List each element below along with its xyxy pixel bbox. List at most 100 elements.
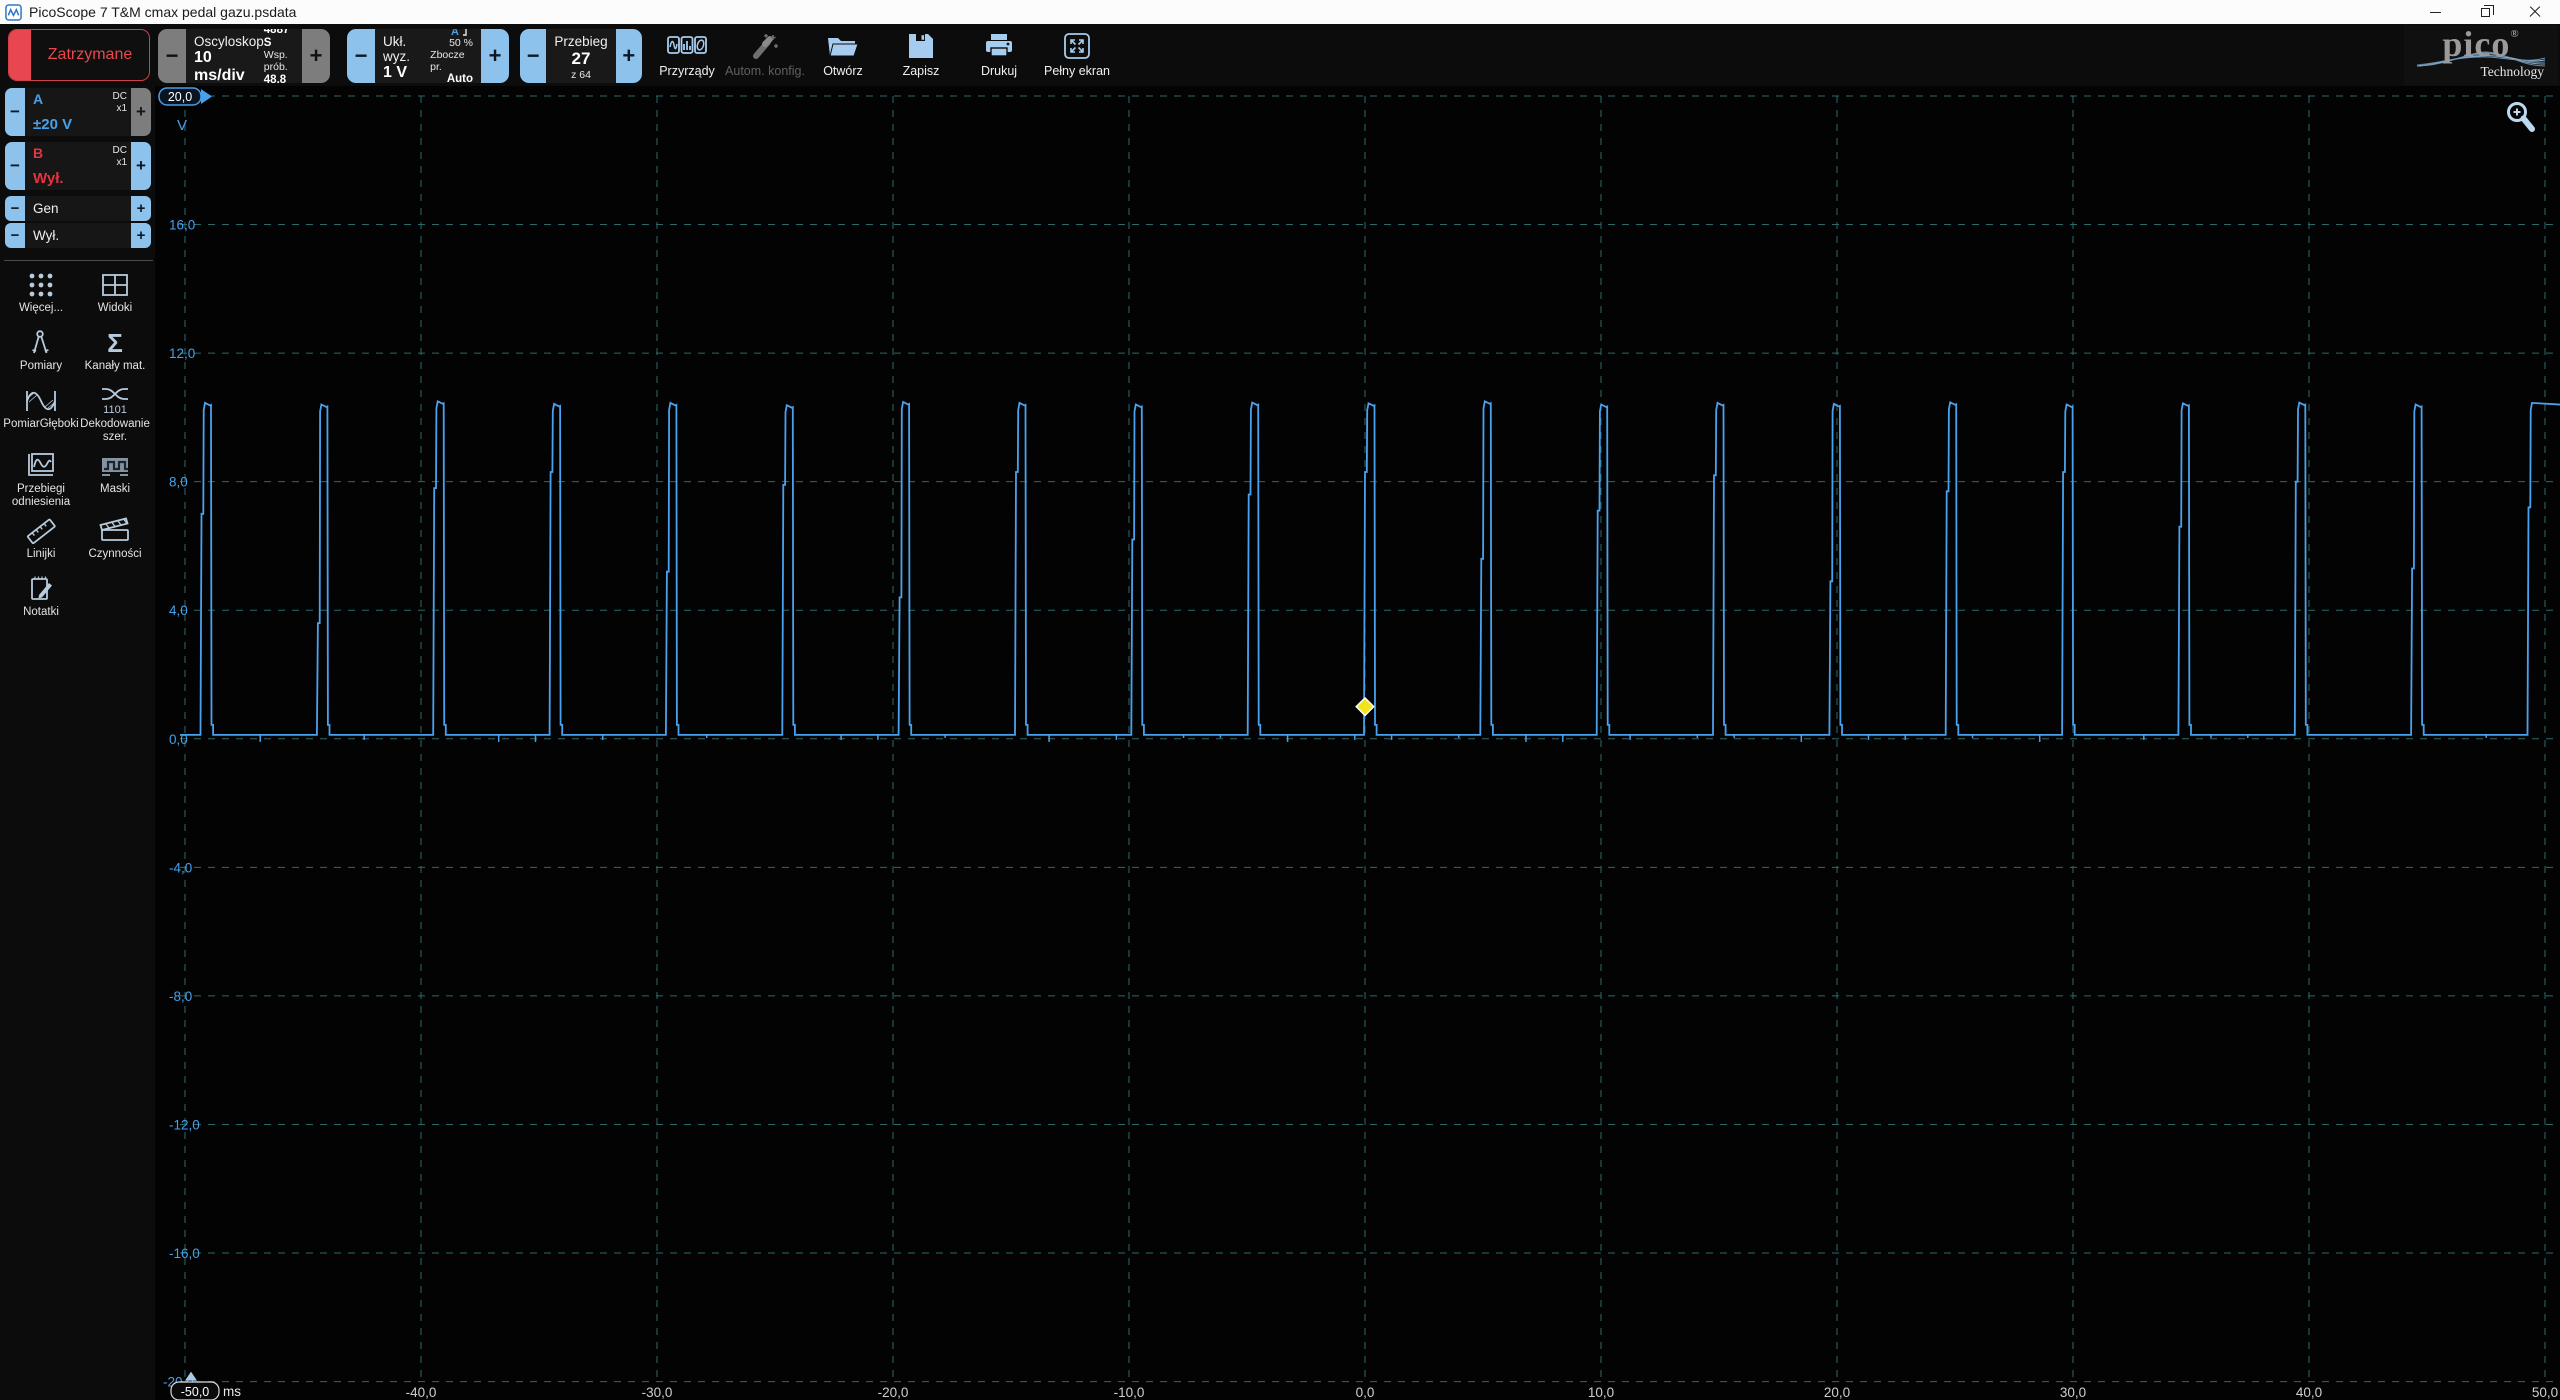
y-axis-unit: V xyxy=(177,117,187,134)
trigger-marker xyxy=(1356,698,1374,716)
x-axis-label: -20,0 xyxy=(878,1385,909,1400)
generator-row: − Gen + xyxy=(5,196,151,221)
channel-b-decrease-button[interactable]: − xyxy=(5,142,25,190)
sidebar-tool-actions[interactable]: Czynności xyxy=(78,515,152,567)
title-bar: PicoScope 7 T&M cmax pedal gazu.psdata xyxy=(0,0,2560,24)
x-axis-label: 10,0 xyxy=(1588,1385,1614,1400)
pico-logo-text: pico® xyxy=(2442,30,2519,59)
channel-a-panel[interactable]: −ADCx1±20 V+ xyxy=(5,88,151,136)
sidebar-tool-rulers[interactable]: Linijki xyxy=(4,515,78,567)
rulers-icon xyxy=(25,515,57,547)
sidebar-tool-measurements[interactable]: Pomiary xyxy=(4,327,78,379)
sidebar-tool-more[interactable]: Więcej... xyxy=(4,269,78,321)
stop-start-button[interactable]: Zatrzymane xyxy=(8,29,150,81)
notes-icon xyxy=(25,573,57,605)
channel-controls: −ADCx1±20 V+−BDCx1Wył.+ xyxy=(0,88,155,190)
stop-label: Zatrzymane xyxy=(31,30,149,80)
trigger-block: − Ukł. wyz. 1 V A 50 % Zbocze pr. Auto + xyxy=(347,29,509,83)
waveform-next-button[interactable]: + xyxy=(616,29,642,83)
reference-waveforms-icon xyxy=(25,450,57,482)
x-axis-label: 50,0 xyxy=(2532,1385,2558,1400)
measurements-icon xyxy=(26,327,56,359)
print-button[interactable]: Drukuj xyxy=(960,29,1038,83)
serial-decode-label: Dekodowanie szer. xyxy=(78,418,152,444)
channel-b-body: BDCx1Wył. xyxy=(25,142,131,190)
timebase-title: Oscyloskop xyxy=(194,34,264,49)
generator-decrease-button[interactable]: − xyxy=(5,196,25,221)
actions-label: Czynności xyxy=(88,548,141,561)
instruments-button[interactable]: Przyrządy xyxy=(648,29,726,83)
pico-logo: pico® Technology xyxy=(2404,25,2558,85)
views-icon xyxy=(100,269,130,301)
scope-graph[interactable]: 16,012,08,04,00,0-4,0-8,0-12,0-16,0-20,0… xyxy=(155,86,2560,1400)
x-axis-label: -30,0 xyxy=(642,1385,673,1400)
channel-a-decrease-button[interactable]: − xyxy=(5,88,25,136)
timebase-panel[interactable]: Oscyloskop 10 ms/div Próbki 4887 S Wsp. … xyxy=(186,29,302,83)
notes-label: Notatki xyxy=(23,606,59,619)
masks-icon xyxy=(99,450,131,482)
channel-a-body: ADCx1±20 V xyxy=(25,88,131,136)
more-label: Więcej... xyxy=(19,302,63,315)
trigger-panel[interactable]: Ukł. wyz. 1 V A 50 % Zbocze pr. Auto xyxy=(375,29,481,83)
channel-b-increase-button[interactable]: + xyxy=(131,142,151,190)
trigger-level-value: 1 V xyxy=(383,64,430,82)
x-axis-label: -40,0 xyxy=(406,1385,437,1400)
restore-icon xyxy=(2481,8,2490,17)
sidebar-tools: Więcej... WidokiPomiaryΣKanały mat.Pomiar… xyxy=(4,260,153,625)
waveform-previous-button[interactable]: − xyxy=(520,29,546,83)
app-icon xyxy=(5,4,22,21)
timebase-increase-button[interactable]: + xyxy=(302,29,330,83)
channel-range: Wył. xyxy=(33,170,127,187)
main-area: −ADCx1±20 V+−BDCx1Wył.+ − Gen + − Wył. +… xyxy=(0,86,2560,1400)
channel-a-increase-button[interactable]: + xyxy=(131,88,151,136)
x-axis-label: 20,0 xyxy=(1824,1385,1850,1400)
y-axis-label: -12,0 xyxy=(169,1117,200,1132)
save-button[interactable]: Zapisz xyxy=(882,29,960,83)
sidebar-tool-masks[interactable]: Maski xyxy=(78,450,152,509)
open-button[interactable]: Otwórz xyxy=(804,29,882,83)
actions-icon xyxy=(98,515,132,547)
auto-setup-icon xyxy=(749,29,781,63)
minimize-icon xyxy=(2430,12,2441,13)
waveform-counter-panel[interactable]: Przebieg 27 z 64 xyxy=(546,29,615,83)
timebase-decrease-button[interactable]: − xyxy=(158,29,186,83)
print-icon xyxy=(983,29,1015,63)
y-axis-label: 8,0 xyxy=(169,475,188,490)
waveform-counter-title: Przebieg xyxy=(554,34,607,49)
print-label: Drukuj xyxy=(981,64,1017,78)
channel-b-panel[interactable]: −BDCx1Wył.+ xyxy=(5,142,151,190)
waveform-counter-of: z 64 xyxy=(571,69,591,81)
close-button[interactable] xyxy=(2510,0,2560,24)
trigger-edge-label: Zbocze pr. xyxy=(430,50,473,74)
x-axis-label: 40,0 xyxy=(2296,1385,2322,1400)
sidebar-tool-views[interactable]: Widoki xyxy=(78,269,152,321)
restore-button[interactable] xyxy=(2460,0,2510,24)
sidebar-tool-reference-waveforms[interactable]: Przebiegi odniesienia xyxy=(4,450,78,509)
channel-range: ±20 V xyxy=(33,116,127,133)
auto-setup-button: Autom. konfig. xyxy=(726,29,804,83)
trigger-decrease-button[interactable]: − xyxy=(347,29,375,83)
generator-state-decrease-button[interactable]: − xyxy=(5,223,25,248)
sidebar-tool-deep-measure[interactable]: PomiarGłęboki xyxy=(4,385,78,444)
fullscreen-icon xyxy=(1062,29,1092,63)
channel-name: A xyxy=(33,91,43,114)
sidebar-tool-notes[interactable]: Notatki xyxy=(4,573,78,625)
channel-coupling: DCx1 xyxy=(113,145,127,168)
minimize-button[interactable] xyxy=(2410,0,2460,24)
auto-setup-label: Autom. konfig. xyxy=(725,64,805,78)
zoom-tool-icon[interactable] xyxy=(2504,100,2538,136)
sidebar-tool-math-channels[interactable]: ΣKanały mat. xyxy=(78,327,152,379)
fullscreen-button[interactable]: Pełny ekran xyxy=(1038,29,1116,83)
toolbar-actions: PrzyrządyAutom. konfig.OtwórzZapisz Druku… xyxy=(648,29,1116,83)
x-axis-label: 0,0 xyxy=(1356,1385,1375,1400)
waveform-counter-block: − Przebieg 27 z 64 + xyxy=(520,29,642,83)
y-axis-label: 4,0 xyxy=(169,603,188,618)
generator-state-increase-button[interactable]: + xyxy=(131,223,151,248)
deep-measure-icon xyxy=(24,385,58,417)
generator-state-row: − Wył. + xyxy=(5,223,151,248)
trigger-increase-button[interactable]: + xyxy=(481,29,509,83)
generator-increase-button[interactable]: + xyxy=(131,196,151,221)
rate-label: Wsp. prób. xyxy=(264,50,294,74)
trigger-title: Ukł. wyz. xyxy=(383,34,430,64)
sidebar-tool-serial-decode[interactable]: 1101Dekodowanie szer. xyxy=(78,385,152,444)
